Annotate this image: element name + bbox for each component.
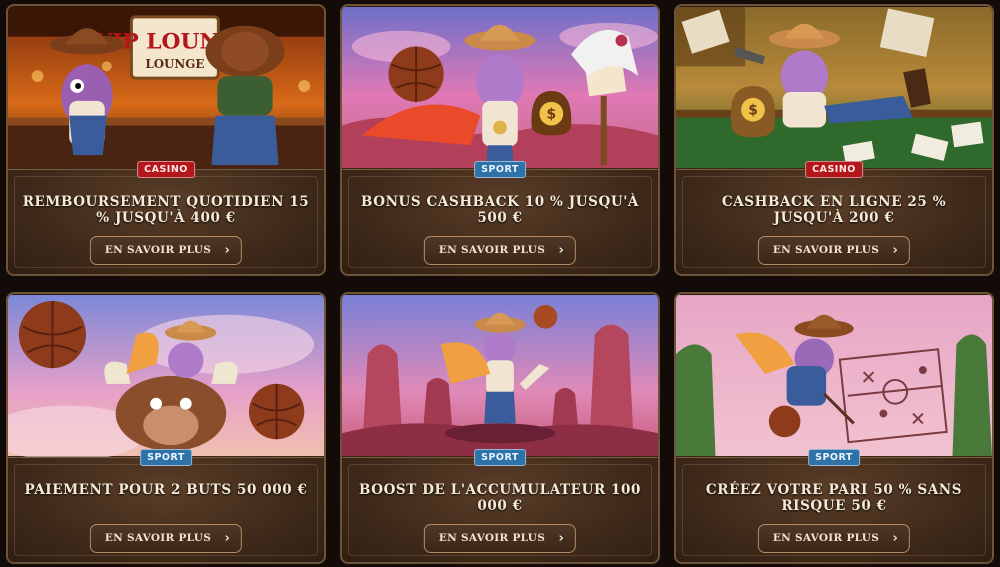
category-badge-casino: CASINO xyxy=(137,161,195,178)
category-badge-sport: SPORT xyxy=(474,449,526,466)
promo-card-cashback-bonus[interactable]: $ SPORT BONUS CASHBACK 10 % JUSQU'À 500 … xyxy=(340,4,660,276)
category-badge-sport: SPORT xyxy=(474,161,526,178)
promo-card-body: PAIEMENT POUR 2 BUTS 50 000 € EN SAVOIR … xyxy=(8,457,324,562)
svg-text:LOUNGE: LOUNGE xyxy=(145,57,204,71)
cowboy-lizard-bull-ride-icon xyxy=(8,295,324,457)
promo-card-body: BONUS CASHBACK 10 % JUSQU'À 500 € EN SAV… xyxy=(342,169,658,274)
promo-title: PAIEMENT POUR 2 BUTS 50 000 € xyxy=(24,482,308,498)
learn-more-button[interactable]: EN SAVOIR PLUS › xyxy=(757,236,911,265)
chevron-right-icon: › xyxy=(892,531,899,546)
promo-card-body: CRÉEZ VOTRE PARI 50 % SANS RISQUE 50 € E… xyxy=(676,457,992,562)
learn-more-label: EN SAVOIR PLUS xyxy=(772,244,880,256)
promo-card-risk-free-bet[interactable]: SPORT CRÉEZ VOTRE PARI 50 % SANS RISQUE … xyxy=(674,292,994,564)
learn-more-label: EN SAVOIR PLUS xyxy=(438,244,546,256)
learn-more-label: EN SAVOIR PLUS xyxy=(104,532,212,544)
learn-more-label: EN SAVOIR PLUS xyxy=(438,532,546,544)
promo-card-two-goals-payout[interactable]: SPORT PAIEMENT POUR 2 BUTS 50 000 € EN S… xyxy=(6,292,326,564)
cowboy-lizard-poker-table-icon: $ xyxy=(676,7,992,168)
chevron-right-icon: › xyxy=(892,243,899,258)
learn-more-button[interactable]: EN SAVOIR PLUS › xyxy=(89,524,243,553)
promo-card-daily-refund[interactable]: VIP LOUNGE LOUNGE CASINO REMBOURSEMENT Q… xyxy=(6,4,326,276)
promo-art-bull-ride xyxy=(8,294,324,457)
chevron-right-icon: › xyxy=(224,243,231,258)
chevron-right-icon: › xyxy=(558,531,565,546)
promo-art-canyon xyxy=(342,294,658,457)
cowboy-lizard-canyon-icon xyxy=(342,295,658,456)
promo-card-body: BOOST DE L'ACCUMULATEUR 100 000 € EN SAV… xyxy=(342,457,658,562)
learn-more-button[interactable]: EN SAVOIR PLUS › xyxy=(423,236,577,265)
learn-more-button[interactable]: EN SAVOIR PLUS › xyxy=(423,524,577,553)
promo-title: BONUS CASHBACK 10 % JUSQU'À 500 € xyxy=(360,194,640,226)
promo-title: CRÉEZ VOTRE PARI 50 % SANS RISQUE 50 € xyxy=(705,482,963,514)
learn-more-label: EN SAVOIR PLUS xyxy=(772,532,880,544)
promo-art-vip-lounge: VIP LOUNGE LOUNGE xyxy=(8,6,324,169)
svg-text:$: $ xyxy=(547,107,557,123)
cowboy-lizard-money-bag-icon: $ xyxy=(342,7,658,168)
cowboy-lizard-tactics-board-icon xyxy=(676,295,992,456)
chevron-right-icon: › xyxy=(558,243,565,258)
promo-card-accumulator-boost[interactable]: SPORT BOOST DE L'ACCUMULATEUR 100 000 € … xyxy=(340,292,660,564)
learn-more-button[interactable]: EN SAVOIR PLUS › xyxy=(89,236,243,265)
promo-art-tactics-board xyxy=(676,294,992,457)
svg-text:$: $ xyxy=(748,103,758,119)
promotions-grid: VIP LOUNGE LOUNGE CASINO REMBOURSEMENT Q… xyxy=(6,4,994,564)
promo-title: REMBOURSEMENT QUOTIDIEN 15 % JUSQU'À 400… xyxy=(22,194,310,226)
learn-more-button[interactable]: EN SAVOIR PLUS › xyxy=(757,524,911,553)
promo-title: BOOST DE L'ACCUMULATEUR 100 000 € xyxy=(358,482,642,514)
category-badge-sport: SPORT xyxy=(140,449,192,466)
learn-more-label: EN SAVOIR PLUS xyxy=(104,244,212,256)
chevron-right-icon: › xyxy=(224,531,231,546)
category-badge-casino: CASINO xyxy=(805,161,863,178)
promo-art-poker-table: $ xyxy=(676,6,992,169)
promo-card-body: REMBOURSEMENT QUOTIDIEN 15 % JUSQU'À 400… xyxy=(8,169,324,274)
category-badge-sport: SPORT xyxy=(808,449,860,466)
promo-card-online-cashback[interactable]: $ CASINO CASHBACK EN LIGNE 25 % JUSQU'À … xyxy=(674,4,994,276)
cowboy-lizard-vip-lounge-icon: VIP LOUNGE LOUNGE xyxy=(8,7,324,168)
promo-art-money-bag: $ xyxy=(342,6,658,169)
promo-title: CASHBACK EN LIGNE 25 % JUSQU'À 200 € xyxy=(721,194,947,226)
promo-card-body: CASHBACK EN LIGNE 25 % JUSQU'À 200 € EN … xyxy=(676,169,992,274)
